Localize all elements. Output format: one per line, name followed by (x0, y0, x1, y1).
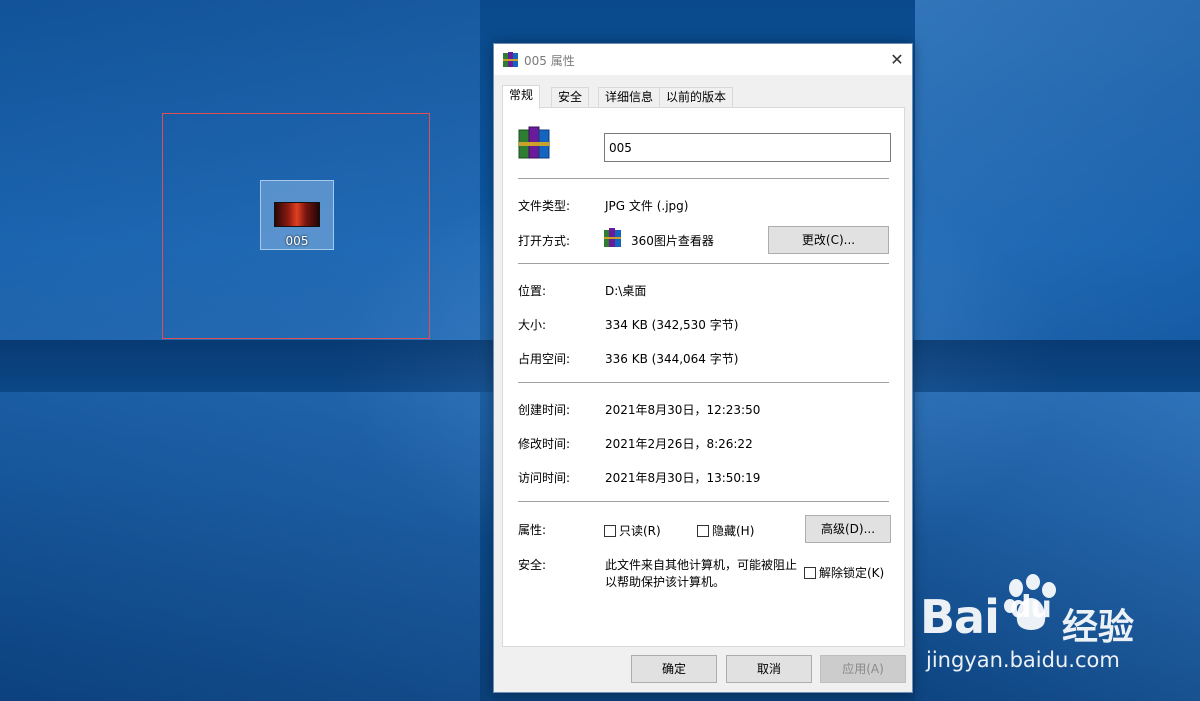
readonly-checkbox[interactable]: 只读(R) (604, 522, 661, 539)
ok-button[interactable]: 确定 (631, 655, 717, 683)
open-with-label: 打开方式: (518, 234, 571, 248)
watermark-brand-left: Bai du (920, 590, 1052, 644)
modified-value: 2021年2月26日，8:26:22 (605, 437, 753, 451)
advanced-button[interactable]: 高级(D)... (805, 515, 891, 543)
desktop-file-icon-005[interactable]: 005 (260, 180, 334, 250)
checkbox-box[interactable] (604, 525, 616, 537)
separator (518, 382, 889, 383)
size-value: 334 KB (342,530 字节) (605, 318, 739, 332)
modified-label: 修改时间: (518, 437, 571, 451)
attributes-label: 属性: (518, 523, 547, 537)
baidu-watermark: Bai du 经验 jingyan.baidu.com (920, 574, 1190, 674)
checkbox-box[interactable] (697, 525, 709, 537)
wallpaper-pane (915, 0, 1200, 340)
security-label: 安全: (518, 558, 547, 572)
security-text-line2: 以帮助保护该计算机。 (605, 575, 726, 589)
size-on-disk-value: 336 KB (344,064 字节) (605, 352, 739, 366)
cancel-button[interactable]: 取消 (726, 655, 812, 683)
accessed-value: 2021年8月30日，13:50:19 (605, 471, 761, 485)
viewer-app-icon (604, 228, 621, 247)
location-value: D:\桌面 (605, 284, 647, 298)
separator (518, 501, 889, 502)
checkbox-box[interactable] (804, 567, 816, 579)
tab-general[interactable]: 常规 (502, 85, 541, 109)
separator (518, 178, 889, 179)
file-type-label: 文件类型: (518, 199, 571, 213)
size-on-disk-label: 占用空间: (518, 352, 571, 366)
accessed-label: 访问时间: (518, 471, 571, 485)
watermark-url: jingyan.baidu.com (926, 648, 1120, 672)
winrar-books-icon (503, 52, 518, 67)
file-type-value: JPG 文件 (.jpg) (605, 199, 689, 213)
size-label: 大小: (518, 318, 547, 332)
tab-security[interactable]: 安全 (551, 87, 590, 108)
file-name-input[interactable] (604, 133, 891, 162)
security-text-line1: 此文件来自其他计算机，可能被阻止 (605, 558, 798, 572)
wallpaper-pane (0, 392, 480, 701)
title-bar[interactable]: 005 属性 ✕ (494, 44, 912, 75)
close-icon: ✕ (890, 50, 904, 69)
created-value: 2021年8月30日，12:23:50 (605, 403, 761, 417)
created-label: 创建时间: (518, 403, 571, 417)
properties-dialog: 005 属性 ✕ 常规 安全 详细信息 以前的版本 文件类型: JPG 文件 (… (493, 43, 913, 693)
tab-panel-general: 文件类型: JPG 文件 (.jpg) 打开方式: 360图片查看器 更改(C)… (502, 107, 905, 647)
watermark-brand-cn: 经验 (1062, 607, 1135, 648)
tab-previous-versions[interactable]: 以前的版本 (659, 87, 734, 108)
open-with-value: 360图片查看器 (631, 234, 714, 248)
image-thumbnail-icon (274, 202, 320, 227)
location-label: 位置: (518, 284, 547, 298)
hidden-checkbox[interactable]: 隐藏(H) (697, 522, 754, 539)
winrar-books-large-icon (518, 126, 550, 159)
unblock-checkbox[interactable]: 解除锁定(K) (804, 564, 884, 581)
close-button[interactable]: ✕ (882, 44, 912, 75)
separator (518, 263, 889, 264)
tab-details[interactable]: 详细信息 (598, 87, 661, 108)
dialog-title: 005 属性 (524, 54, 575, 68)
desktop-icon-label: 005 (285, 234, 309, 248)
apply-button[interactable]: 应用(A) (820, 655, 906, 683)
change-button[interactable]: 更改(C)... (768, 226, 889, 254)
